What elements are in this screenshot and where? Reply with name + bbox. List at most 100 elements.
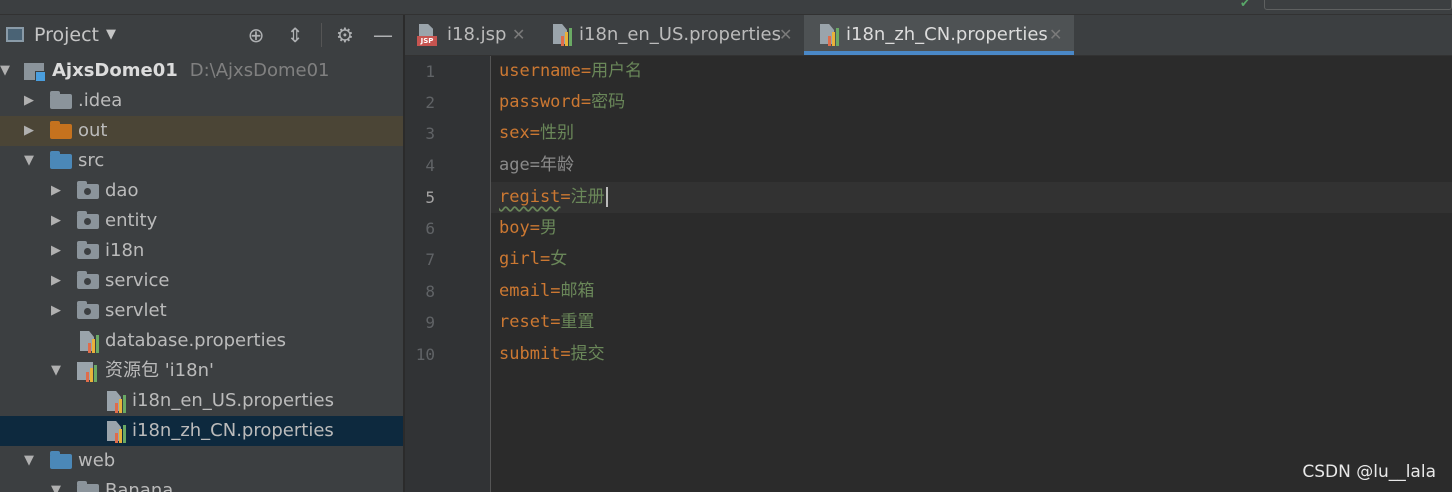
properties-file-icon	[107, 391, 127, 413]
chevron-down-icon[interactable]: ▼	[0, 56, 12, 86]
property-separator: =	[539, 249, 551, 269]
line-number: 9	[425, 313, 435, 332]
property-value: 邮箱	[560, 281, 595, 301]
chevron-right-icon[interactable]: ▶	[49, 206, 63, 236]
property-value: 注册	[570, 187, 605, 207]
gear-icon[interactable]: ⚙	[333, 23, 357, 47]
current-line-highlight	[491, 182, 1452, 213]
package-icon	[77, 271, 99, 289]
property-value-unused: 年龄	[539, 155, 574, 175]
tree-item-resource-bundle[interactable]: ▼ 资源包 'i18n'	[0, 356, 403, 386]
tree-item-label: AjxsDome01 D:\AjxsDome01	[52, 60, 330, 81]
tree-item-out[interactable]: ▶ out	[0, 116, 403, 146]
code-line[interactable]: submit=提交	[499, 339, 605, 370]
locate-crosshair-icon[interactable]: ⊕	[244, 23, 268, 47]
jsp-file-icon: JSP	[417, 24, 437, 46]
tree-item-project-root[interactable]: ▼ AjxsDome01 D:\AjxsDome01	[0, 56, 403, 86]
chevron-right-icon[interactable]: ▶	[49, 296, 63, 326]
property-key: sex	[499, 123, 530, 143]
package-icon	[77, 241, 99, 259]
tree-item-banana[interactable]: ▼ Banana	[0, 476, 403, 492]
source-folder-icon	[50, 151, 72, 169]
code-line[interactable]: username=用户名	[499, 56, 642, 87]
tab-label: i18n_en_US.properties	[579, 24, 781, 45]
close-icon[interactable]: ✕	[512, 15, 525, 55]
property-key: girl	[499, 249, 540, 269]
property-key: password	[499, 92, 581, 112]
property-separator: =	[550, 281, 561, 301]
chevron-right-icon[interactable]: ▶	[49, 236, 63, 266]
tree-item-web[interactable]: ▼ web	[0, 446, 403, 476]
tree-item-label: out	[78, 120, 108, 141]
close-icon[interactable]: ✕	[779, 15, 792, 55]
properties-file-icon	[553, 24, 573, 46]
code-line[interactable]: age=年龄	[499, 150, 574, 181]
tree-item-idea[interactable]: ▶ .idea	[0, 86, 403, 116]
code-line-current[interactable]: regist=注册	[499, 182, 608, 213]
line-number: 7	[425, 250, 435, 269]
property-key: regist	[499, 187, 561, 207]
tab-i18-jsp[interactable]: JSP i18.jsp ✕	[405, 15, 535, 55]
tree-item-service[interactable]: ▶ service	[0, 266, 403, 296]
code-line[interactable]: girl=女	[499, 244, 567, 275]
tree-item-label: web	[78, 450, 116, 471]
code-line[interactable]: sex=性别	[499, 118, 574, 149]
property-separator: =	[560, 344, 571, 364]
tab-i18n-en-us[interactable]: i18n_en_US.properties ✕	[535, 15, 801, 55]
close-icon[interactable]: ✕	[1049, 15, 1062, 55]
tree-item-servlet[interactable]: ▶ servlet	[0, 296, 403, 326]
line-number: 2	[425, 93, 435, 112]
code-line[interactable]: boy=男	[499, 213, 557, 244]
minimize-icon[interactable]: —	[371, 23, 395, 47]
property-key: reset	[499, 312, 551, 332]
property-value: 用户名	[591, 61, 643, 81]
tree-item-i18n[interactable]: ▶ i18n	[0, 236, 403, 266]
line-number: 1	[425, 62, 435, 81]
property-value: 女	[550, 249, 568, 269]
code-editor[interactable]: username=用户名 password=密码 sex=性别 age=年龄 r…	[491, 56, 1452, 492]
tab-label: i18.jsp	[447, 24, 507, 45]
line-number: 4	[425, 156, 435, 175]
tree-item-database-properties[interactable]: database.properties	[0, 326, 403, 356]
chevron-right-icon[interactable]: ▶	[49, 176, 63, 206]
collapse-all-icon[interactable]: ⇕	[283, 23, 307, 47]
chevron-right-icon[interactable]: ▶	[22, 116, 36, 146]
tree-item-label: Banana	[105, 480, 174, 492]
chevron-down-icon[interactable]: ▼	[22, 146, 36, 176]
chevron-down-icon[interactable]: ▼	[49, 476, 63, 492]
module-icon	[24, 63, 46, 82]
chevron-down-icon[interactable]: ▼	[106, 27, 116, 42]
tree-item-entity[interactable]: ▶ entity	[0, 206, 403, 236]
line-number: 3	[425, 124, 435, 143]
tab-label: i18n_zh_CN.properties	[846, 24, 1048, 45]
project-view-label[interactable]: Project	[34, 24, 99, 46]
package-icon	[77, 211, 99, 229]
chevron-down-icon[interactable]: ▼	[22, 446, 36, 476]
resource-bundle-icon	[77, 362, 99, 382]
property-value: 提交	[570, 344, 605, 364]
line-number-gutter: 1 2 3 4 5 6 7 8 9 10	[405, 56, 491, 492]
package-icon	[77, 181, 99, 199]
tree-item-label: servlet	[105, 300, 167, 321]
code-line[interactable]: reset=重置	[499, 307, 594, 338]
property-separator: =	[550, 312, 561, 332]
folder-icon	[77, 481, 99, 492]
tree-item-label: service	[105, 270, 170, 291]
tree-item-src[interactable]: ▼ src	[0, 146, 403, 176]
header-divider	[321, 23, 322, 47]
chevron-down-icon[interactable]: ▼	[49, 356, 63, 386]
chevron-right-icon[interactable]: ▶	[22, 86, 36, 116]
tree-item-label: .idea	[78, 90, 123, 111]
tab-i18n-zh-cn[interactable]: i18n_zh_CN.properties ✕	[804, 15, 1074, 55]
web-folder-icon	[50, 451, 72, 469]
property-separator: =	[580, 61, 592, 81]
tree-item-i18n-zh-cn[interactable]: i18n_zh_CN.properties	[0, 416, 403, 446]
run-configuration-selector[interactable]	[1264, 0, 1452, 10]
tree-item-i18n-en-us[interactable]: i18n_en_US.properties	[0, 386, 403, 416]
project-tool-window: Project ▼ ⊕ ⇕ ⚙ — ▼ AjxsDome01 D:\AjxsDom…	[0, 15, 403, 492]
tree-item-dao[interactable]: ▶ dao	[0, 176, 403, 206]
code-line[interactable]: email=邮箱	[499, 276, 594, 307]
chevron-right-icon[interactable]: ▶	[49, 266, 63, 296]
tree-item-label: i18n_zh_CN.properties	[132, 420, 334, 441]
code-line[interactable]: password=密码	[499, 87, 625, 118]
